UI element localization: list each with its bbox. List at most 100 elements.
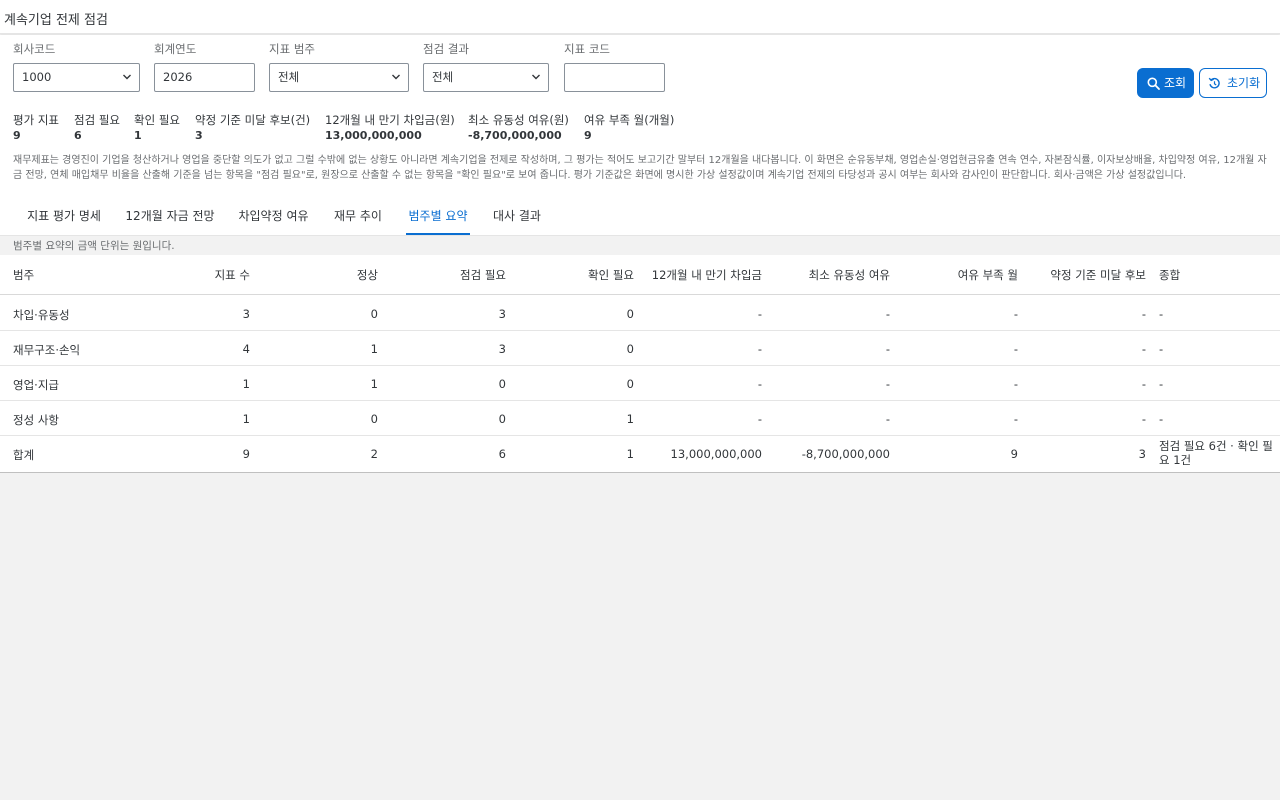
column-header[interactable]: 최소 유동성 여유 [809,267,890,283]
cell-covenant-candidates: - [1141,412,1146,426]
indicator-category-label: 지표 범주 [269,42,315,56]
table-row-total[interactable]: 합계 9 2 6 1 13,000,000,000 -8,700,000,000… [0,436,1280,471]
chevron-down-icon [123,74,131,80]
table-row[interactable]: 영업·지급 1 1 0 0 - - - - - [0,366,1280,401]
cell-indicator-count: 4 [242,342,250,356]
table-row[interactable]: 재무구조·손익 4 1 3 0 - - - - - [0,331,1280,366]
indicator-code-input[interactable] [564,63,665,92]
kpi-item: 최소 유동성 여유(원) -8,700,000,000 [468,112,569,142]
cell-min-liquidity: - [885,412,890,426]
page-title: 계속기업 전제 점검 [4,13,108,28]
chevron-down-icon [532,74,540,80]
company-code-filter: 회사코드 [13,41,55,57]
cell-confirm-needed: 1 [626,412,634,426]
indicator-code-filter: 지표 코드 [564,41,610,57]
indicator-code-label: 지표 코드 [564,42,610,56]
reset-button-label: 초기화 [1227,76,1261,90]
cell-indicator-count: 3 [242,307,250,321]
company-code-select[interactable]: 1000 [13,63,140,92]
table-row[interactable]: 정성 사항 1 0 0 1 - - - - - [0,401,1280,436]
cell-category: 합계 [13,448,35,462]
company-code-label: 회사코드 [13,42,56,56]
column-header[interactable]: 범주 [13,267,34,283]
fiscal-year-input[interactable]: 2026 [154,63,255,92]
tab-reconciliation[interactable]: 대사 결과 [487,200,547,235]
page-description: 재무제표는 경영진이 기업을 청산하거나 영업을 중단할 의도가 없고 그럴 수… [13,155,1267,181]
cell-min-liquidity: - [885,342,890,356]
cell-normal: 1 [370,342,378,356]
cell-min-liquidity: -8,700,000,000 [801,447,890,461]
title-bar: 계속기업 전제 점검 [0,0,1280,34]
cell-check-needed: 6 [498,447,506,461]
cell-indicator-count: 9 [242,447,250,461]
column-header[interactable]: 점검 필요 [460,267,506,283]
cell-covenant-candidates: 3 [1138,447,1146,461]
kpi-label: 점검 필요 [74,113,120,127]
cell-covenant-candidates: - [1141,307,1146,321]
indicator-category-select[interactable]: 전체 [269,63,409,92]
tab-financial-trend[interactable]: 재무 추이 [328,200,388,235]
column-header[interactable]: 정상 [357,267,378,283]
tab-cash-forecast[interactable]: 12개월 자금 전망 [120,200,220,235]
kpi-label: 확인 필요 [134,113,180,127]
cell-check-needed: 3 [498,307,506,321]
column-header[interactable]: 종합 [1159,267,1180,283]
search-button-label: 조회 [1164,76,1187,90]
table-row[interactable]: 차입·유동성 3 0 3 0 - - - - - [0,296,1280,331]
kpi-item: 평가 지표 9 [13,112,59,142]
cell-overall: - [1159,412,1164,426]
fiscal-year-label: 회계연도 [154,42,197,56]
cell-check-needed: 0 [498,377,506,391]
cell-category: 영업·지급 [13,378,59,392]
kpi-value: 13,000,000,000 [325,129,422,142]
fiscal-year-filter: 회계연도 [154,41,196,57]
kpi-value: 6 [74,129,82,142]
search-icon [1147,77,1160,90]
search-button[interactable]: 조회 [1137,68,1194,98]
cell-normal: 0 [370,307,378,321]
kpi-item: 약정 기준 미달 후보(건) 3 [195,112,310,142]
cell-maturing-debt: - [757,307,762,321]
cell-indicator-count: 1 [242,412,250,426]
cell-min-liquidity: - [885,377,890,391]
column-header[interactable]: 여유 부족 월 [958,267,1018,283]
category-summary-table: 범주 지표 수 정상 점검 필요 확인 필요 12개월 내 만기 차입금 최소 … [0,255,1280,473]
column-header[interactable]: 지표 수 [215,267,250,283]
check-result-select[interactable]: 전체 [423,63,549,92]
reset-button[interactable]: 초기화 [1199,68,1267,98]
cell-category: 재무구조·손익 [13,343,81,357]
kpi-label: 최소 유동성 여유(원) [468,113,569,127]
cell-normal: 2 [370,447,378,461]
kpi-item: 확인 필요 1 [134,112,180,142]
column-header[interactable]: 확인 필요 [588,267,634,283]
indicator-category-value: 전체 [278,70,300,84]
kpi-label: 여유 부족 월(개월) [584,113,675,127]
kpi-value: 3 [195,129,203,142]
cell-confirm-needed: 0 [626,342,634,356]
column-header[interactable]: 12개월 내 만기 차입금 [652,267,762,283]
tab-indicator-evaluation[interactable]: 지표 평가 명세 [20,200,108,235]
kpi-label: 12개월 내 만기 차입금(원) [325,113,455,127]
table-header: 범주 지표 수 정상 점검 필요 확인 필요 12개월 내 만기 차입금 최소 … [0,255,1280,295]
kpi-value: -8,700,000,000 [468,129,562,142]
cell-covenant-candidates: - [1141,342,1146,356]
cell-check-needed: 0 [498,412,506,426]
cell-normal: 1 [370,377,378,391]
cell-maturing-debt: 13,000,000,000 [670,447,762,461]
tab-category-summary[interactable]: 범주별 요약 [406,200,470,235]
column-header[interactable]: 약정 기준 미달 후보 [1050,267,1146,283]
cell-overall: - [1159,377,1164,391]
cell-shortfall-months: - [1013,377,1018,391]
filter-bar: 회사코드 1000 회계연도 2026 지표 범주 전체 점검 결과 전체 지표… [0,35,1280,200]
cell-overall: 점검 필요 6건 · 확인 필요 1건 [1159,439,1273,467]
cell-shortfall-months: - [1013,307,1018,321]
cell-category: 정성 사항 [13,413,59,427]
kpi-value: 9 [584,129,592,142]
cell-covenant-candidates: - [1141,377,1146,391]
tab-covenant-headroom[interactable]: 차입약정 여유 [232,200,315,235]
cell-shortfall-months: - [1013,412,1018,426]
cell-confirm-needed: 0 [626,307,634,321]
check-result-label: 점검 결과 [423,42,469,56]
cell-category: 차입·유동성 [13,308,70,322]
cell-maturing-debt: - [757,412,762,426]
